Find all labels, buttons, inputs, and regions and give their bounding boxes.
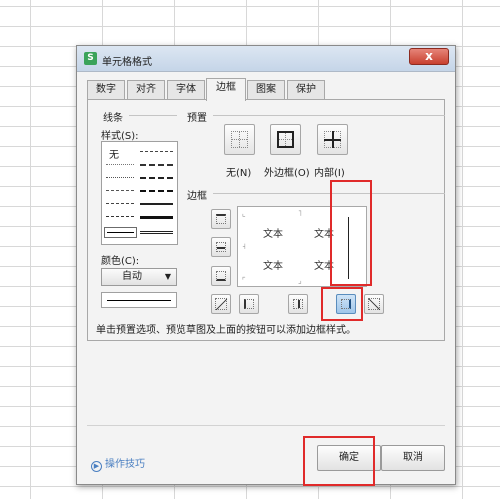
border-top-button[interactable] [211,209,231,229]
line-style-dashed[interactable] [106,203,134,204]
preset-inside-label: 内部(I) [314,168,345,179]
preview-text: 文本 [263,261,283,272]
dialog-title: 单元格格式 [102,57,152,68]
border-left-button[interactable] [239,294,259,314]
preview-corner-mark: ⌞ [242,209,246,218]
tab-font[interactable]: 字体 [167,80,205,100]
line-style-dotted[interactable] [106,164,134,165]
outline-border-icon [277,131,294,148]
line-group-divider [129,115,177,116]
close-button[interactable]: x [409,48,449,65]
line-style-selected-frame[interactable] [104,227,137,238]
diagonal-down-icon [368,298,381,311]
preset-outline-button[interactable] [270,124,301,155]
highlight-box-right-border-button [321,287,363,321]
line-style-dash[interactable] [106,216,134,217]
cancel-button[interactable]: 取消 [381,445,445,471]
border-middle-horizontal-button[interactable] [211,237,231,257]
color-dropdown-value: 自动 [122,271,142,282]
preset-outline-label: 外边框(O) [264,168,310,179]
preset-group-label: 预置 [187,113,207,124]
top-border-icon [216,214,226,224]
format-cells-dialog: S 单元格格式 x 数字 对齐 字体 边框 图案 保护 线条 样式(S): 无 … [76,45,456,485]
preset-inside-button[interactable] [317,124,348,155]
line-style-thin [107,232,134,233]
play-circle-icon: ▶ [91,461,102,472]
preview-text: 文本 [263,229,283,240]
border-bottom-button[interactable] [211,266,231,286]
highlight-box-ok-button [303,436,375,486]
tab-alignment[interactable]: 对齐 [127,80,165,100]
preset-none-label: 无(N) [226,168,252,179]
highlight-box-preview-right [330,180,372,286]
tab-number[interactable]: 数字 [87,80,125,100]
border-diagonal-up-button[interactable] [211,294,231,314]
line-style-none[interactable]: 无 [109,146,119,161]
border-group-label: 边框 [187,191,207,202]
tips-label: 操作技巧 [105,459,145,470]
color-dropdown[interactable]: 自动 ▼ [101,268,177,286]
preset-none-button[interactable] [224,124,255,155]
bottom-border-icon [216,271,226,281]
vertical-inside-border-icon [293,299,303,309]
inside-border-icon [324,131,341,148]
border-diagonal-down-button[interactable] [364,294,384,314]
horizontal-inside-border-icon [216,242,226,252]
line-style-medium-dashed[interactable] [140,177,173,179]
line-group-label: 线条 [103,113,123,124]
tab-border[interactable]: 边框 [206,78,246,101]
color-label: 颜色(C): [101,256,140,267]
preview-corner-mark: ˧ [242,242,246,251]
wps-app-icon: S [84,52,97,65]
tab-protection[interactable]: 保护 [287,80,325,100]
style-label: 样式(S): [101,131,139,142]
line-style-hair[interactable] [106,177,134,178]
border-middle-vertical-button[interactable] [288,294,308,314]
tab-pattern[interactable]: 图案 [247,80,285,100]
border-group-divider [213,193,445,194]
line-style-medium[interactable] [140,203,173,205]
hint-text: 单击预置选项、预览草图及上面的按钮可以添加边框样式。 [96,325,356,336]
no-border-icon [231,131,248,148]
line-style-list[interactable]: 无 [101,141,178,245]
line-style-medium-dash-dot[interactable] [140,164,173,166]
tips-link[interactable]: ▶ 操作技巧 [91,455,145,472]
chevron-down-icon: ▼ [164,272,171,281]
line-style-double[interactable] [140,231,173,234]
preview-corner-mark: ⌟ [298,276,302,285]
line-style-dash-dot-dot[interactable] [106,190,134,191]
diagonal-up-icon [215,298,228,311]
preset-group-divider [213,115,445,116]
dialog-titlebar: S 单元格格式 x [77,46,455,72]
footer-divider [87,425,445,426]
line-color-preview [101,292,177,308]
line-style-slant-dash[interactable] [140,190,173,192]
left-border-icon [244,299,254,309]
line-style-thick[interactable] [140,216,173,219]
preview-corner-mark: ⌜ [242,276,246,285]
line-style-dash-dot[interactable] [140,151,173,152]
preview-corner-mark: ˥ [298,209,302,218]
